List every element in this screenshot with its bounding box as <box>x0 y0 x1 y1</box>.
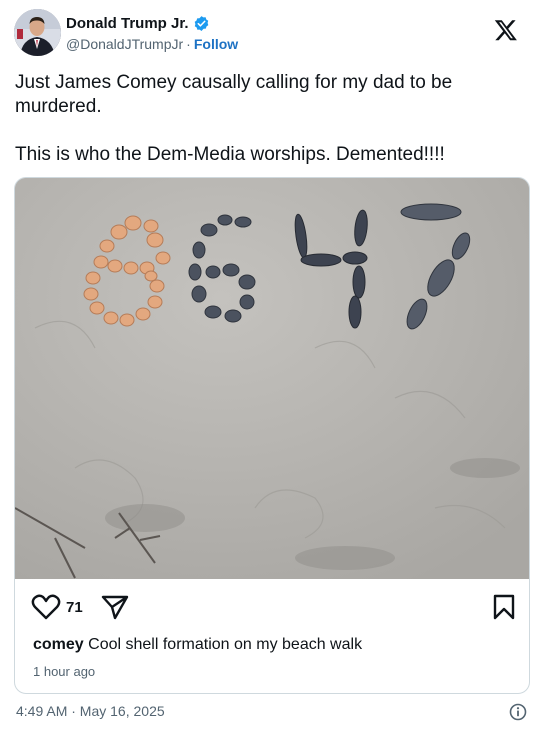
tweet-text: Just James Comey causally calling for my… <box>15 71 525 167</box>
embed-time-ago: 1 hour ago <box>33 664 96 679</box>
follow-button[interactable]: Follow <box>194 36 238 52</box>
verified-badge-icon <box>193 15 210 32</box>
tweet-card: Donald Trump Jr. @DonaldJTrumpJr · Follow … <box>0 0 545 731</box>
send-icon[interactable] <box>101 594 129 620</box>
like-count: 71 <box>66 599 83 616</box>
author-handle[interactable]: @DonaldJTrumpJr <box>66 36 183 52</box>
heart-icon[interactable] <box>31 594 61 620</box>
caption-text: Cool shell formation on my beach walk <box>88 636 363 653</box>
author-display-name[interactable]: Donald Trump Jr. <box>66 15 189 32</box>
embed-caption: comey Cool shell formation on my beach w… <box>33 636 362 654</box>
author-names: Donald Trump Jr. @DonaldJTrumpJr · Follow <box>66 13 238 53</box>
avatar[interactable] <box>14 9 61 56</box>
x-logo-icon[interactable] <box>494 18 518 42</box>
tweet-header: Donald Trump Jr. @DonaldJTrumpJr · Follow <box>14 8 534 56</box>
bookmark-icon[interactable] <box>493 594 515 620</box>
embedded-post-card[interactable]: 71 comey Cool shell formation on my beac… <box>14 177 530 694</box>
info-icon[interactable] <box>509 703 527 721</box>
embed-actions: 71 <box>31 592 515 622</box>
tweet-paragraph: Just James Comey causally calling for my… <box>15 72 453 117</box>
separator-dot: · <box>186 36 191 52</box>
tweet-timestamp[interactable]: 4:49 AM · May 16, 2025 <box>16 703 165 719</box>
tweet-paragraph: This is who the Dem-Media worships. Deme… <box>15 144 445 165</box>
caption-username[interactable]: comey <box>33 636 84 653</box>
beach-shell-photo[interactable] <box>15 178 529 579</box>
